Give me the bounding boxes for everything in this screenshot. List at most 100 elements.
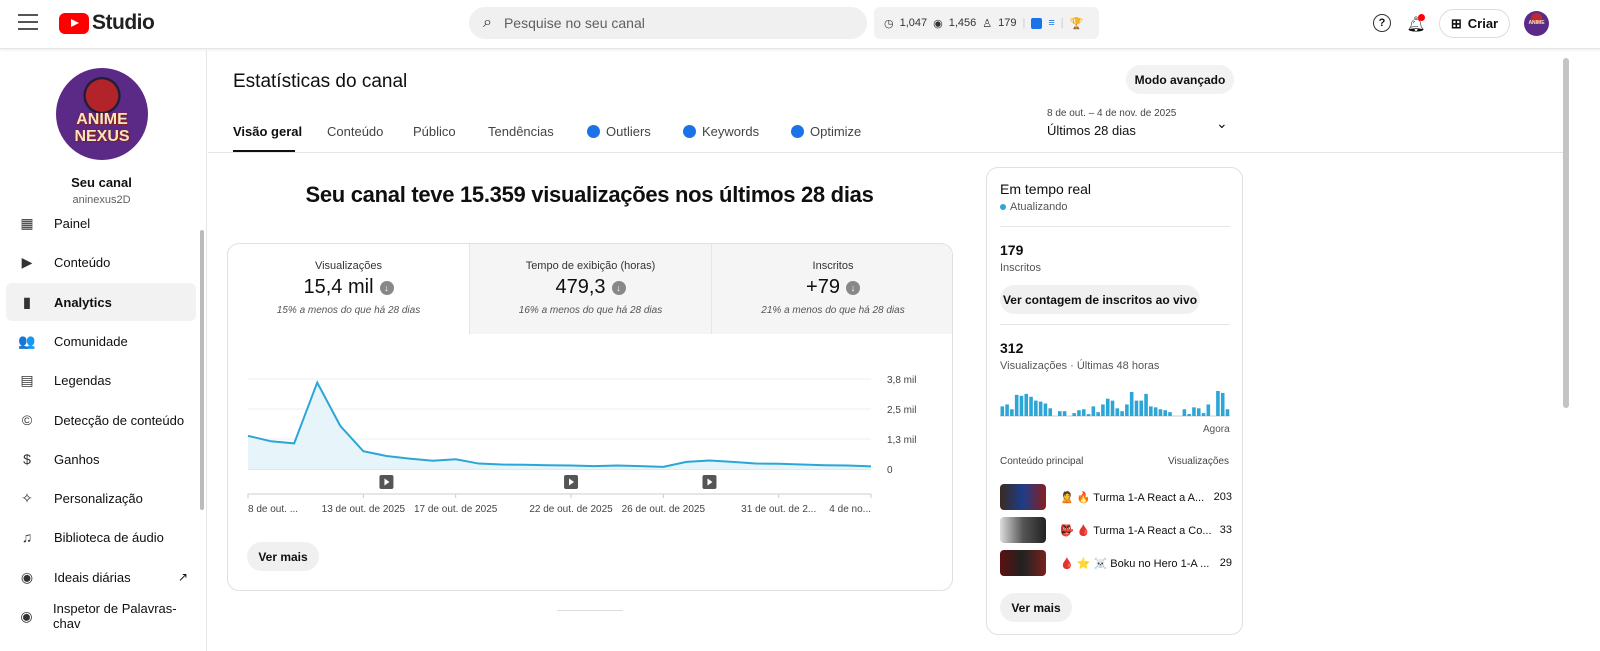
top-content-item[interactable]: 🙎 🔥 Turma 1-A React a A... 203 <box>1000 484 1232 510</box>
realtime-bar[interactable] <box>1206 404 1211 416</box>
sidebar-item-ideais-di-rias[interactable]: ◉ Ideais diárias ↗ <box>6 558 196 596</box>
sidebar-item-painel[interactable]: ▦ Painel <box>6 204 196 242</box>
top-content-item[interactable]: 👺 🩸 Turma 1-A React a Co... 33 <box>1000 517 1232 543</box>
realtime-bar[interactable] <box>1081 409 1086 416</box>
video-marker-icon[interactable] <box>702 475 717 489</box>
realtime-bar[interactable] <box>1043 403 1048 417</box>
realtime-bar[interactable] <box>1077 410 1081 416</box>
sidebar-item-analytics[interactable]: ▮ Analytics <box>6 283 196 321</box>
see-more-button[interactable]: Ver mais <box>247 542 319 571</box>
realtime-bar[interactable] <box>1115 408 1120 416</box>
create-button[interactable]: ⊞ Criar <box>1439 9 1510 38</box>
channel-avatar[interactable]: ANIME NEXUS <box>56 68 148 160</box>
tab-keywords[interactable]: Keywords <box>683 124 759 139</box>
hamburger-menu-icon[interactable] <box>18 14 38 30</box>
vidiq-icon: ◉ <box>20 568 34 585</box>
realtime-bar[interactable] <box>1187 414 1191 416</box>
list-icon[interactable]: ≡ <box>1048 17 1054 29</box>
views-line-chart[interactable]: 3,8 mil 2,5 mil 1,3 mil 0 8 de out. ... 13 de… <box>228 244 953 544</box>
notifications-bell-icon[interactable]: 🔔︎ <box>1406 14 1426 34</box>
sidebar-item-comunidade[interactable]: 👥 Comunidade <box>6 322 196 360</box>
realtime-bar[interactable] <box>1062 411 1067 416</box>
realtime-bar[interactable] <box>1139 400 1144 416</box>
y-tick-label: 3,8 mil <box>887 375 916 386</box>
realtime-bar[interactable] <box>1168 412 1172 416</box>
account-avatar[interactable]: ANIME <box>1524 11 1549 36</box>
search-input[interactable]: ⌕ Pesquise no seu canal <box>469 7 867 39</box>
realtime-bar[interactable] <box>1220 392 1225 416</box>
top-content-item[interactable]: 🩸 ⭐ ☠️ Boku no Hero 1-A ... 29 <box>1000 550 1232 576</box>
tab-optimize[interactable]: Optimize <box>791 124 861 139</box>
realtime-bar[interactable] <box>1182 409 1187 416</box>
realtime-bar[interactable] <box>1134 400 1139 416</box>
realtime-bar[interactable] <box>1196 408 1201 416</box>
realtime-bar[interactable] <box>1086 414 1091 416</box>
realtime-bar[interactable] <box>1192 407 1196 416</box>
realtime-bar[interactable] <box>1153 407 1158 416</box>
sidebar-item-personaliza-o[interactable]: ✧ Personalização <box>6 479 196 517</box>
realtime-bar[interactable] <box>1024 393 1029 416</box>
realtime-bar[interactable] <box>1129 391 1134 416</box>
date-period-select[interactable]: Últimos 28 dias <box>1047 123 1136 138</box>
realtime-bar[interactable] <box>1014 394 1019 416</box>
tab-vis-o-geral[interactable]: Visão geral <box>233 124 302 139</box>
realtime-bar[interactable] <box>1010 409 1014 416</box>
realtime-subscribers: 179 <box>1000 242 1024 258</box>
sidebar-item-inspetor-de-palavras-chav[interactable]: ◉ Inspetor de Palavras-chav <box>6 597 196 635</box>
realtime-bar[interactable] <box>1110 400 1115 416</box>
tab-tend-ncias[interactable]: Tendências <box>488 124 554 139</box>
help-icon[interactable]: ? <box>1373 14 1391 32</box>
realtime-bar[interactable] <box>1216 391 1220 416</box>
sidebar-item-detec-o-de-conte-do[interactable]: © Detecção de conteúdo <box>6 401 196 439</box>
realtime-bar[interactable] <box>1149 406 1153 416</box>
live-subscriber-count-button[interactable]: Ver contagem de inscritos ao vivo <box>1000 285 1200 314</box>
x-tick-label: 4 de no... <box>829 504 871 515</box>
realtime-bar-chart[interactable] <box>1000 383 1230 418</box>
subtitles-icon: ▤ <box>20 371 34 388</box>
vidiq-icon: ◉ <box>20 607 33 624</box>
trophy-icon[interactable]: 🏆 <box>1070 17 1084 30</box>
chevron-down-icon[interactable]: ⌄ <box>1216 115 1228 132</box>
realtime-bar[interactable] <box>1058 411 1062 416</box>
realtime-bar[interactable] <box>1005 404 1009 416</box>
realtime-bar[interactable] <box>1072 413 1076 416</box>
sidebar-item-legendas[interactable]: ▤ Legendas <box>6 361 196 399</box>
sidebar-item-conte-do[interactable]: ▶ Conteúdo <box>6 243 196 281</box>
realtime-bar[interactable] <box>1000 406 1005 416</box>
video-marker-icon[interactable] <box>379 475 394 489</box>
realtime-bar[interactable] <box>1034 400 1038 416</box>
person-icon: ♙ <box>982 17 993 30</box>
realtime-bar[interactable] <box>1091 406 1096 416</box>
realtime-bar[interactable] <box>1038 401 1043 416</box>
realtime-bar[interactable] <box>1101 404 1105 416</box>
realtime-bar[interactable] <box>1105 398 1110 416</box>
realtime-bar[interactable] <box>1225 409 1230 416</box>
sidebar-item-ganhos[interactable]: $ Ganhos <box>6 440 196 478</box>
realtime-bar[interactable] <box>1120 411 1124 416</box>
realtime-bar[interactable] <box>1096 412 1100 416</box>
extension-stats-bar[interactable]: ◷ 1,047 ◉ 1,456 ♙ 179 | ≡ | 🏆 <box>874 7 1099 39</box>
sidebar-scrollbar[interactable] <box>200 230 204 510</box>
realtime-bar[interactable] <box>1019 395 1024 416</box>
youtube-studio-logo[interactable]: Studio <box>59 11 155 35</box>
realtime-bar[interactable] <box>1163 410 1168 416</box>
advanced-mode-button[interactable]: Modo avançado <box>1126 65 1234 94</box>
realtime-title: Em tempo real <box>1000 181 1092 197</box>
realtime-bar[interactable] <box>1158 409 1163 416</box>
realtime-bar[interactable] <box>1144 393 1148 416</box>
tab-conte-do[interactable]: Conteúdo <box>327 124 383 139</box>
realtime-bar[interactable] <box>1029 396 1033 416</box>
video-marker-icon[interactable] <box>564 475 579 489</box>
vidiq-icon[interactable] <box>1031 17 1043 29</box>
realtime-see-more-button[interactable]: Ver mais <box>1000 593 1072 622</box>
realtime-bar[interactable] <box>1125 404 1129 416</box>
realtime-bar[interactable] <box>1201 413 1206 416</box>
page-scrollbar[interactable] <box>1563 58 1569 408</box>
sidebar-item-biblioteca-de-udio[interactable]: ♫ Biblioteca de áudio <box>6 518 196 556</box>
tab-outliers[interactable]: Outliers <box>587 124 651 139</box>
dashboard-icon: ▦ <box>20 214 34 231</box>
tab-p-blico[interactable]: Público <box>413 124 456 139</box>
x-tick-label: 13 de out. de 2025 <box>322 504 406 515</box>
realtime-bar[interactable] <box>1048 408 1053 416</box>
date-range[interactable]: 8 de out. – 4 de nov. de 2025 <box>1047 108 1176 119</box>
